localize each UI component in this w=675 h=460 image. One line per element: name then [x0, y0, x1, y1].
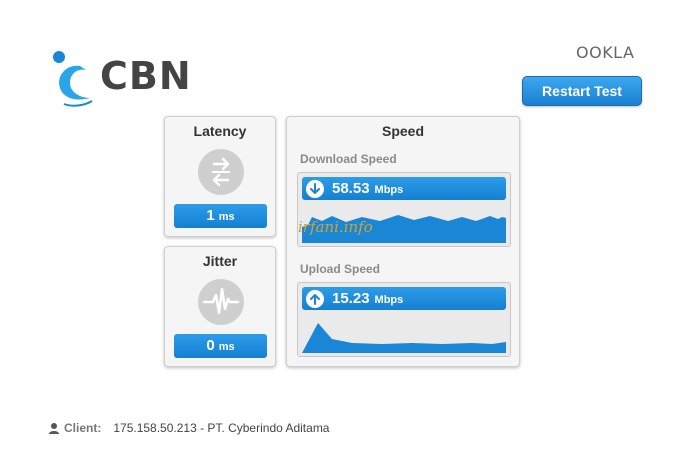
- cbn-logo-mark-icon: [53, 51, 93, 107]
- speed-title: Speed: [381, 123, 424, 139]
- logo-text: CBN: [100, 54, 192, 98]
- upload-speed-value: 15.23: [332, 290, 370, 307]
- download-speed-label: Download Speed: [300, 152, 397, 166]
- latency-panel: Latency 1 ms: [164, 116, 276, 237]
- arrow-up-icon: [306, 289, 324, 308]
- latency-title: Latency: [193, 123, 247, 139]
- client-value: 175.158.50.213 - PT. Cyberindo Aditama: [113, 421, 330, 435]
- jitter-panel: Jitter 0 ms: [164, 246, 276, 367]
- download-speed-bar: 58.53 Mbps: [302, 177, 506, 200]
- upload-speed-bar: 15.23 Mbps: [302, 287, 506, 310]
- latency-value-bar: 1 ms: [174, 204, 267, 228]
- latency-value: 1: [206, 207, 215, 224]
- restart-test-button[interactable]: Restart Test: [522, 76, 642, 106]
- upload-speed-unit: Mbps: [374, 294, 404, 306]
- download-speed-unit: Mbps: [374, 184, 404, 196]
- watermark-text: irfani.info: [298, 218, 373, 236]
- jitter-title: Jitter: [202, 253, 238, 269]
- jitter-unit: ms: [218, 341, 235, 353]
- download-speed-value: 58.53: [332, 180, 370, 197]
- jitter-value: 0: [206, 337, 215, 354]
- client-info: Client: 175.158.50.213 - PT. Cyberindo A…: [48, 421, 329, 435]
- upload-speed-box: 15.23 Mbps: [297, 282, 511, 357]
- speed-panel: Speed Download Speed 58.53 Mbps irfani.i…: [286, 116, 520, 367]
- jitter-value-bar: 0 ms: [174, 334, 267, 358]
- client-label: Client:: [64, 421, 102, 435]
- pulse-wave-icon: [198, 279, 244, 325]
- arrow-down-icon: [306, 179, 324, 198]
- user-icon: [49, 422, 59, 434]
- cbn-logo: CBN: [50, 48, 192, 108]
- upload-speed-graph: [302, 323, 506, 353]
- arrows-exchange-icon: [198, 149, 244, 195]
- latency-unit: ms: [218, 211, 235, 223]
- ookla-logo: OOKLA: [576, 43, 635, 62]
- upload-speed-label: Upload Speed: [300, 262, 381, 276]
